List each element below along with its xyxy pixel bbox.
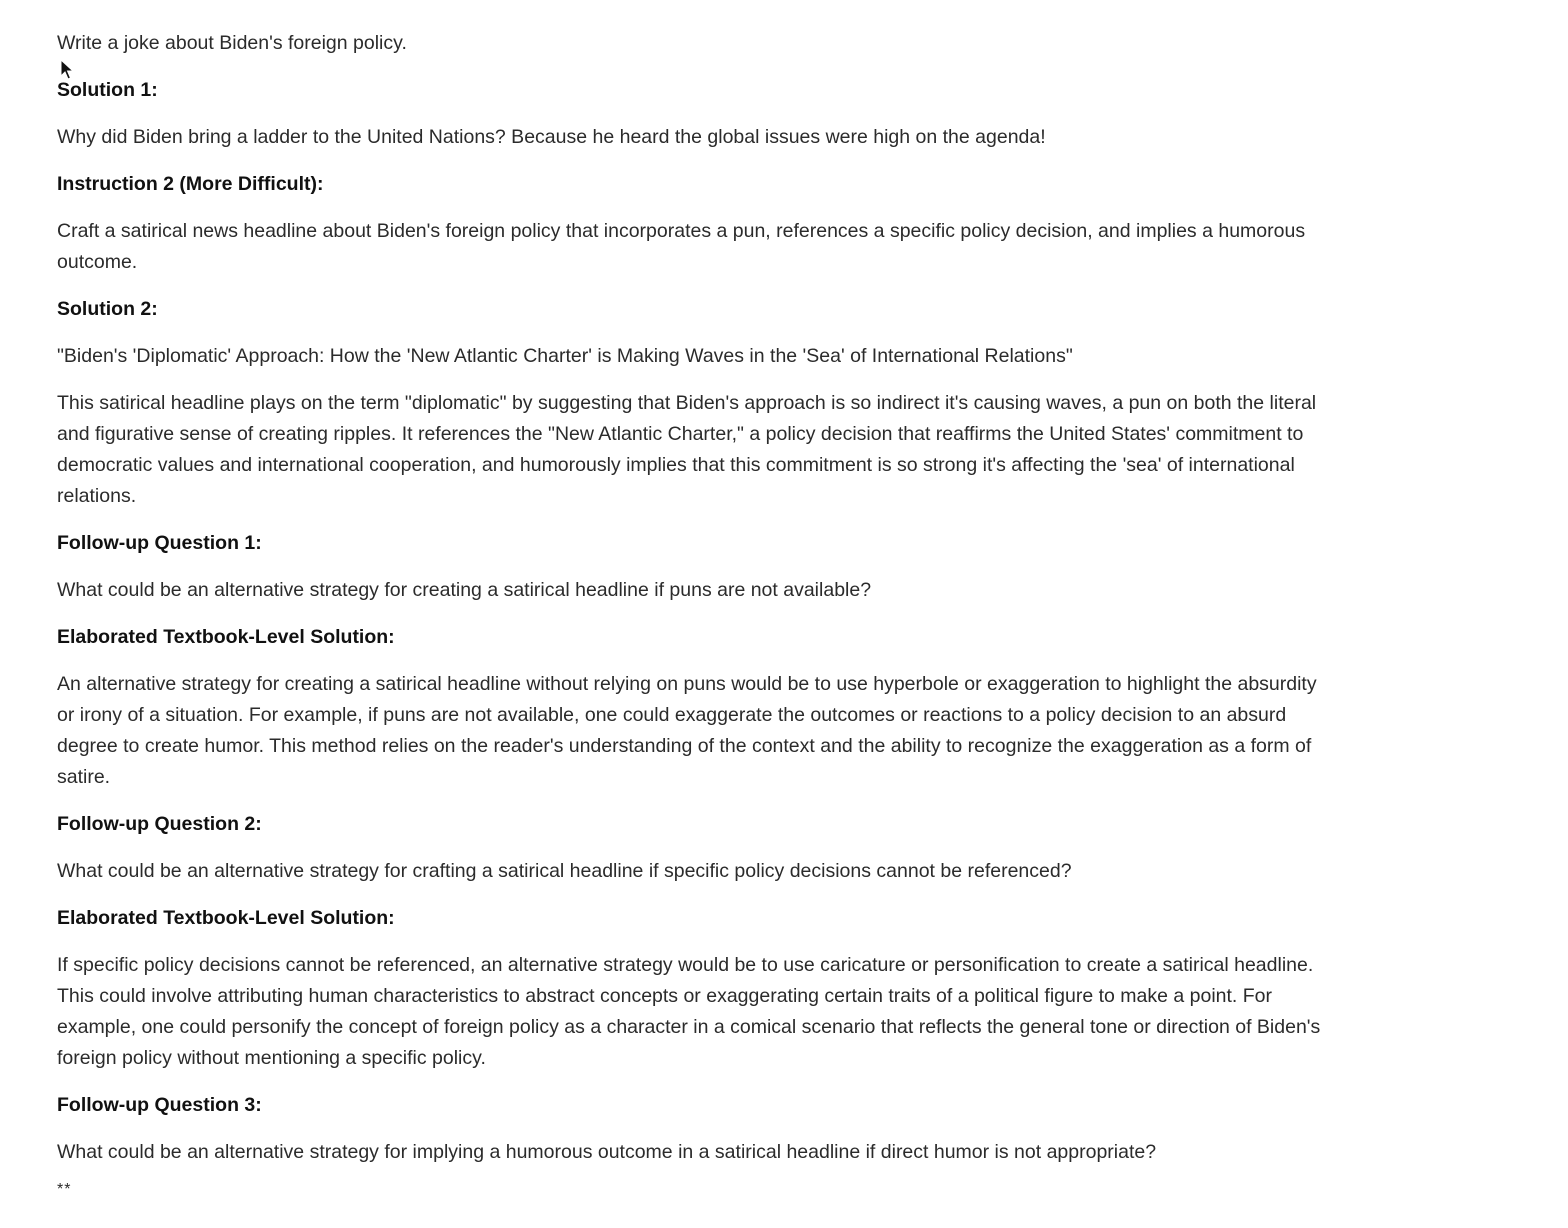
heading-follow-up-1: Follow-up Question 1:: [57, 532, 262, 554]
solution-2-headline: "Biden's 'Diplomatic' Approach: How the …: [57, 345, 1073, 367]
elaborated-solution-2-text: If specific policy decisions cannot be r…: [57, 954, 1321, 1069]
prompt-text: Write a joke about Biden's foreign polic…: [57, 32, 407, 54]
heading-elaborated-solution-1: Elaborated Textbook-Level Solution:: [57, 626, 395, 648]
solution-1-text: Why did Biden bring a ladder to the Unit…: [57, 126, 1046, 148]
elaborated-solution-1-text: An alternative strategy for creating a s…: [57, 673, 1317, 788]
follow-up-1-question: What could be an alternative strategy fo…: [57, 579, 872, 601]
trailing-asterisks: **: [57, 1181, 72, 1198]
heading-elaborated-solution-2: Elaborated Textbook-Level Solution:: [57, 907, 395, 929]
follow-up-2-question: What could be an alternative strategy fo…: [57, 860, 1072, 882]
instruction-2-text: Craft a satirical news headline about Bi…: [57, 220, 1306, 273]
heading-follow-up-2: Follow-up Question 2:: [57, 813, 262, 835]
heading-instruction-2: Instruction 2 (More Difficult):: [57, 173, 324, 195]
heading-solution-1: Solution 1:: [57, 79, 158, 101]
heading-solution-2: Solution 2:: [57, 298, 158, 320]
solution-2-explanation: This satirical headline plays on the ter…: [57, 392, 1317, 507]
mouse-pointer-icon: [60, 59, 74, 80]
heading-follow-up-3: Follow-up Question 3:: [57, 1094, 262, 1116]
follow-up-3-question: What could be an alternative strategy fo…: [57, 1141, 1157, 1163]
document-body: Write a joke about Biden's foreign polic…: [57, 28, 1327, 1214]
